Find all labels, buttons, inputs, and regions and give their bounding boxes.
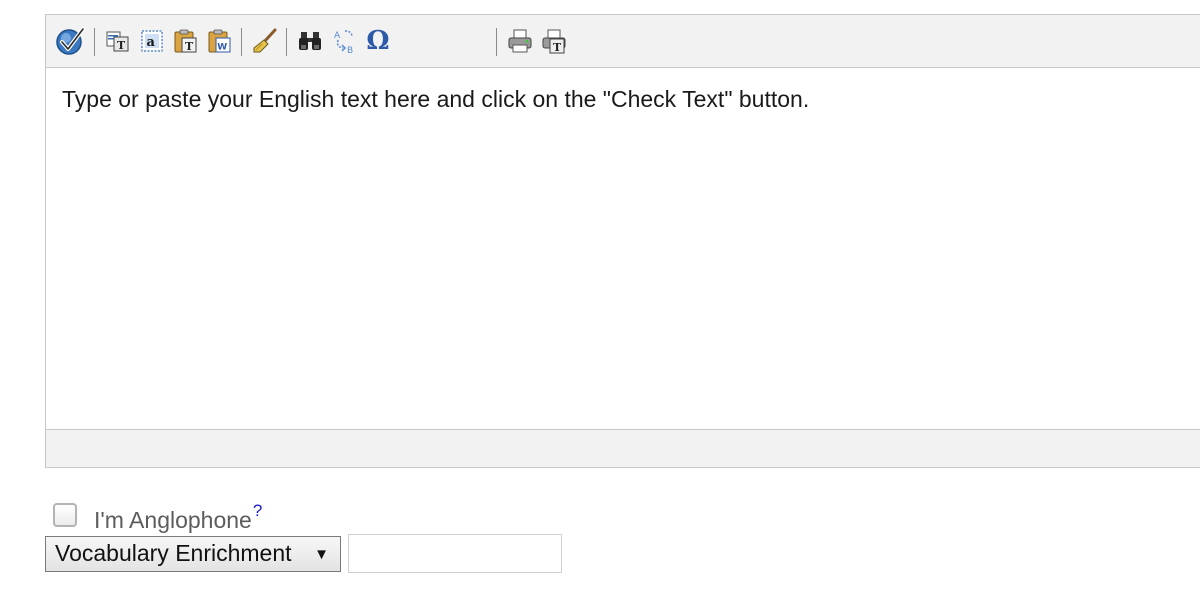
toolbar-separator	[286, 28, 287, 56]
editor-status-bar	[46, 429, 1200, 467]
text-input-area[interactable]: Type or paste your English text here and…	[46, 68, 1200, 430]
svg-text:A: A	[334, 31, 341, 41]
clear-brush-icon[interactable]	[251, 27, 279, 55]
svg-text:B: B	[347, 46, 353, 55]
toolbar-separator	[496, 28, 497, 56]
anglophone-help-link[interactable]: ?	[253, 501, 262, 521]
extra-text-input[interactable]	[348, 534, 562, 573]
svg-text:T: T	[185, 40, 194, 53]
toolbar-separator	[241, 28, 242, 56]
anglophone-checkbox[interactable]	[53, 503, 77, 527]
paste-word-icon[interactable]: W	[206, 27, 234, 55]
paste-text-icon[interactable]: T	[172, 27, 200, 55]
svg-text:a: a	[147, 35, 156, 50]
editor-toolbar: T a T W A B Ω T	[46, 15, 1200, 68]
replace-icon[interactable]: A B	[330, 27, 358, 55]
print-icon[interactable]	[506, 27, 534, 55]
toolbar-separator	[94, 28, 95, 56]
anglophone-label[interactable]: I'm Anglophone	[94, 507, 252, 534]
select-all-icon[interactable]: a	[138, 27, 166, 55]
find-binoculars-icon[interactable]	[296, 27, 324, 55]
spellcheck-icon[interactable]	[54, 25, 86, 57]
print-text-icon[interactable]: T	[540, 27, 568, 55]
editor-placeholder-text: Type or paste your English text here and…	[62, 86, 810, 112]
svg-text:W: W	[217, 43, 227, 53]
chevron-down-icon: ▼	[314, 546, 329, 563]
special-character-icon[interactable]: Ω	[364, 27, 392, 55]
mode-select-value: Vocabulary Enrichment	[55, 540, 292, 566]
svg-text:T: T	[553, 41, 562, 54]
copy-text-icon[interactable]: T	[104, 27, 132, 55]
mode-select[interactable]: Vocabulary Enrichment ▼	[45, 536, 341, 572]
text-editor: T a T W A B Ω T Type or paste your Engli…	[45, 14, 1200, 468]
svg-text:T: T	[117, 39, 126, 52]
anglophone-option: I'm Anglophone ?	[53, 500, 262, 534]
